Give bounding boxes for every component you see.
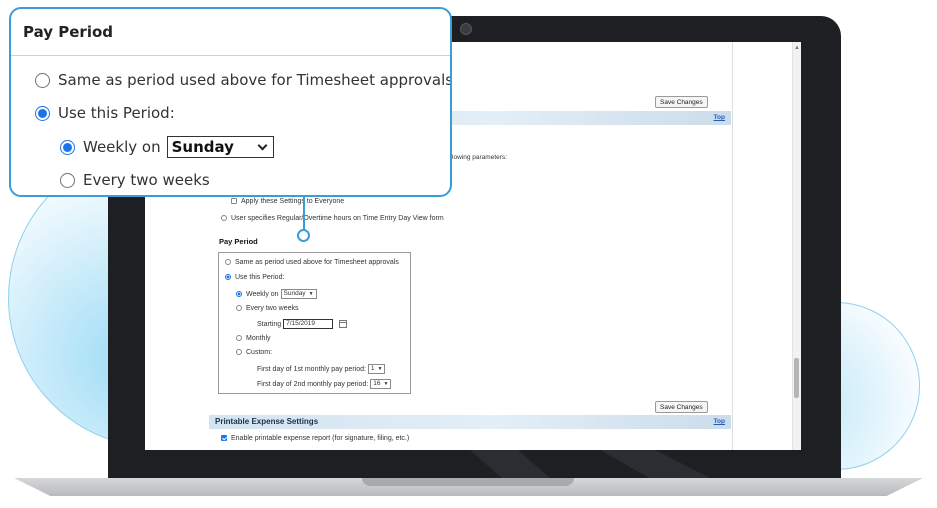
camera-icon bbox=[460, 23, 472, 35]
every-two-weeks-row[interactable]: Every two weeks bbox=[236, 305, 299, 312]
callout-every-two-label: Every two weeks bbox=[83, 171, 210, 189]
use-period-label: Use this Period: bbox=[235, 274, 285, 281]
callout-weekly-radio[interactable] bbox=[60, 139, 75, 155]
first-day-2nd-row: First day of 2nd monthly pay period: 16 ▼ bbox=[257, 379, 392, 389]
pay-period-heading: Pay Period bbox=[219, 237, 258, 246]
same-period-row[interactable]: Same as period used above for Timesheet … bbox=[225, 259, 399, 266]
section-bar-printable-expense: Printable Expense Settings Top bbox=[209, 415, 731, 429]
custom-label: Custom: bbox=[246, 349, 273, 356]
printable-expense-title: Printable Expense Settings bbox=[215, 417, 319, 426]
use-period-radio[interactable] bbox=[225, 274, 231, 281]
scroll-up-icon[interactable]: ▲ bbox=[794, 45, 800, 51]
first-day-2nd-label: First day of 2nd monthly pay period: bbox=[257, 380, 369, 388]
callout-weekday-select[interactable]: Sunday bbox=[166, 136, 274, 158]
first-day-1st-value: 1 bbox=[370, 365, 375, 372]
starting-date-input[interactable]: 7/15/2019 bbox=[283, 319, 334, 329]
starting-label: Starting bbox=[257, 320, 282, 328]
chevron-down-icon: ▼ bbox=[377, 366, 383, 372]
first-day-2nd-value: 16 bbox=[373, 380, 381, 387]
weekly-label: Weekly on bbox=[246, 290, 279, 298]
stage: Save Changes Top ollowing parameters: Ap… bbox=[0, 0, 937, 508]
callout-title: Pay Period bbox=[23, 23, 113, 41]
user-specifies-label: User specifies Regular/Overtime hours on… bbox=[231, 215, 444, 222]
first-day-1st-label: First day of 1st monthly pay period: bbox=[257, 365, 366, 373]
callout-use-period-label: Use this Period: bbox=[58, 104, 175, 122]
same-period-radio[interactable] bbox=[225, 259, 231, 266]
user-specifies-radio[interactable] bbox=[221, 215, 227, 222]
custom-radio[interactable] bbox=[236, 349, 242, 356]
weekday-select[interactable]: Sunday ▼ bbox=[280, 289, 317, 299]
save-changes-button-top[interactable]: Save Changes bbox=[655, 96, 708, 108]
callout-connector bbox=[303, 197, 305, 232]
chevron-down-icon: ▼ bbox=[308, 291, 314, 297]
callout-header: Pay Period bbox=[11, 9, 450, 56]
first-day-1st-select[interactable]: 1 ▼ bbox=[367, 364, 386, 374]
weekly-row[interactable]: Weekly on Sunday ▼ bbox=[236, 289, 317, 299]
first-day-2nd-select[interactable]: 16 ▼ bbox=[370, 379, 392, 389]
content-divider bbox=[732, 42, 733, 450]
user-specifies-row[interactable]: User specifies Regular/Overtime hours on… bbox=[221, 215, 444, 222]
callout-weekday-value: Sunday bbox=[171, 138, 234, 156]
top-link[interactable]: Top bbox=[714, 114, 725, 121]
callout-use-period-row[interactable]: Use this Period: bbox=[35, 104, 175, 122]
callout-weekly-row[interactable]: Weekly on Sunday bbox=[60, 136, 274, 158]
enable-printable-row[interactable]: Enable printable expense report (for sig… bbox=[221, 435, 409, 442]
every-two-weeks-radio[interactable] bbox=[236, 305, 242, 312]
callout-weekly-label: Weekly on bbox=[83, 138, 161, 156]
chevron-down-icon: ▼ bbox=[383, 381, 389, 387]
pay-period-callout: Pay Period Same as period used above for… bbox=[9, 7, 452, 197]
starting-row: Starting 7/15/2019 bbox=[257, 319, 348, 329]
callout-anchor-dot bbox=[297, 229, 310, 242]
chevron-down-icon bbox=[257, 140, 268, 150]
apply-everyone-checkbox[interactable] bbox=[231, 198, 237, 205]
enable-printable-checkbox[interactable] bbox=[221, 435, 227, 442]
first-day-1st-row: First day of 1st monthly pay period: 1 ▼ bbox=[257, 364, 386, 374]
weekly-radio[interactable] bbox=[236, 291, 242, 297]
monthly-row[interactable]: Monthly bbox=[236, 335, 271, 342]
laptop-base-notch bbox=[362, 478, 574, 486]
every-two-weeks-label: Every two weeks bbox=[246, 305, 299, 312]
calendar-icon[interactable] bbox=[339, 320, 348, 328]
partial-description: ollowing parameters: bbox=[447, 154, 507, 161]
callout-use-period-radio[interactable] bbox=[35, 105, 50, 121]
save-changes-button-bottom[interactable]: Save Changes bbox=[655, 401, 708, 413]
monthly-radio[interactable] bbox=[236, 335, 242, 342]
callout-same-period-radio[interactable] bbox=[35, 72, 50, 88]
apply-everyone-row[interactable]: Apply these Settings to Everyone bbox=[231, 198, 344, 205]
scrollbar-thumb[interactable] bbox=[794, 358, 799, 398]
monthly-label: Monthly bbox=[246, 335, 271, 342]
apply-everyone-label: Apply these Settings to Everyone bbox=[241, 198, 345, 205]
weekday-select-value: Sunday bbox=[283, 290, 306, 297]
same-period-label: Same as period used above for Timesheet … bbox=[235, 259, 399, 266]
top-link[interactable]: Top bbox=[714, 418, 725, 425]
enable-printable-label: Enable printable expense report (for sig… bbox=[231, 435, 410, 442]
use-period-row[interactable]: Use this Period: bbox=[225, 274, 284, 281]
custom-row[interactable]: Custom: bbox=[236, 349, 272, 356]
callout-same-period-row[interactable]: Same as period used above for Timesheet … bbox=[35, 71, 452, 89]
callout-every-two-radio[interactable] bbox=[60, 172, 75, 188]
callout-same-period-label: Same as period used above for Timesheet … bbox=[58, 71, 452, 89]
callout-every-two-row[interactable]: Every two weeks bbox=[60, 171, 210, 189]
